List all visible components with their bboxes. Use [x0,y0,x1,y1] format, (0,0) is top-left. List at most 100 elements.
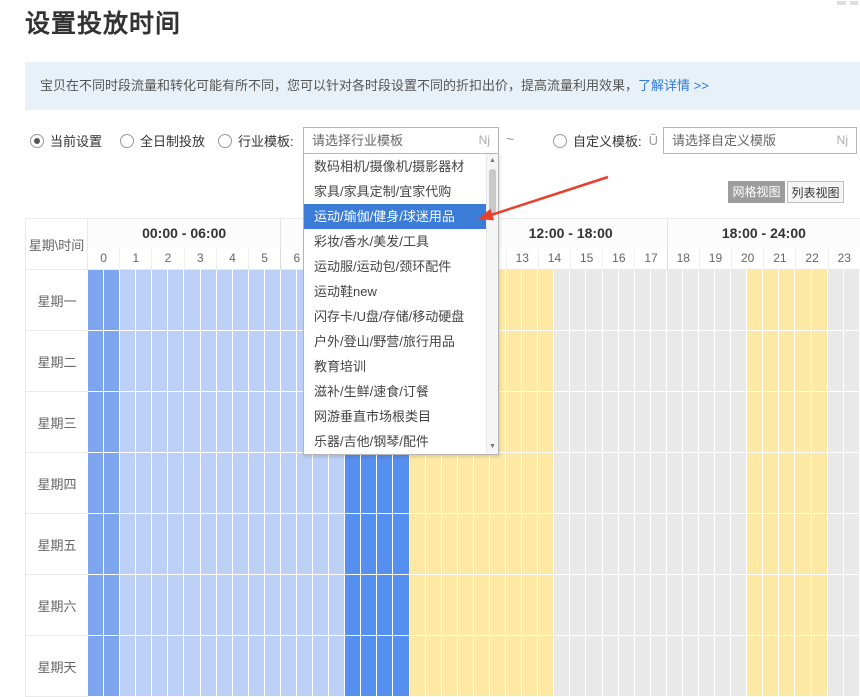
time-slot-cell[interactable] [763,636,779,697]
time-slot-cell[interactable] [120,270,136,331]
time-slot-cell[interactable] [120,453,136,514]
time-slot-cell[interactable] [603,636,619,697]
time-slot-cell[interactable] [329,453,345,514]
time-slot-cell[interactable] [217,636,233,697]
time-slot-cell[interactable] [474,575,490,636]
time-slot-cell[interactable] [297,453,313,514]
time-slot-cell[interactable] [635,514,651,575]
time-slot-cell[interactable] [474,514,490,575]
time-slot-cell[interactable] [442,514,458,575]
time-slot-cell[interactable] [715,636,731,697]
time-slot-cell[interactable] [281,270,297,331]
time-slot-cell[interactable] [345,514,361,575]
time-slot-cell[interactable] [586,331,602,392]
time-slot-cell[interactable] [152,331,168,392]
time-slot-cell[interactable] [683,514,699,575]
time-slot-cell[interactable] [168,270,184,331]
time-slot-cell[interactable] [763,453,779,514]
time-slot-cell[interactable] [699,392,715,453]
time-slot-cell[interactable] [233,514,249,575]
time-slot-cell[interactable] [136,331,152,392]
scrollbar-thumb[interactable] [489,169,496,214]
time-slot-cell[interactable] [715,453,731,514]
time-slot-cell[interactable] [281,392,297,453]
time-slot-cell[interactable] [120,392,136,453]
time-slot-cell[interactable] [249,575,265,636]
time-slot-cell[interactable] [731,392,747,453]
time-slot-cell[interactable] [377,575,393,636]
time-slot-cell[interactable] [635,636,651,697]
time-slot-cell[interactable] [104,392,120,453]
time-slot-cell[interactable] [570,392,586,453]
time-slot-cell[interactable] [249,453,265,514]
time-slot-cell[interactable] [619,514,635,575]
time-slot-cell[interactable] [603,392,619,453]
time-slot-cell[interactable] [651,636,667,697]
time-slot-cell[interactable] [554,453,570,514]
time-slot-cell[interactable] [281,453,297,514]
radio-icon[interactable] [218,134,232,148]
radio-icon[interactable] [553,134,567,148]
time-slot-cell[interactable] [731,270,747,331]
time-slot-cell[interactable] [667,331,683,392]
time-slot-cell[interactable] [281,331,297,392]
time-slot-cell[interactable] [426,575,442,636]
time-slot-cell[interactable] [506,453,522,514]
time-slot-cell[interactable] [249,514,265,575]
time-slot-cell[interactable] [603,514,619,575]
time-slot-cell[interactable] [570,270,586,331]
time-slot-cell[interactable] [844,331,860,392]
time-slot-cell[interactable] [249,392,265,453]
time-slot-cell[interactable] [201,575,217,636]
time-slot-cell[interactable] [410,575,426,636]
time-slot-cell[interactable] [586,575,602,636]
time-slot-cell[interactable] [233,453,249,514]
time-slot-cell[interactable] [120,331,136,392]
time-slot-cell[interactable] [361,514,377,575]
time-slot-cell[interactable] [361,575,377,636]
time-slot-cell[interactable] [828,270,844,331]
time-slot-cell[interactable] [152,453,168,514]
time-slot-cell[interactable] [104,636,120,697]
time-slot-cell[interactable] [715,514,731,575]
time-slot-cell[interactable] [522,636,538,697]
time-slot-cell[interactable] [795,331,811,392]
time-slot-cell[interactable] [570,331,586,392]
time-slot-cell[interactable] [249,331,265,392]
time-slot-cell[interactable] [361,453,377,514]
time-slot-cell[interactable] [522,392,538,453]
time-slot-cell[interactable] [410,636,426,697]
grid-view-button[interactable]: 网格视图 [728,181,785,203]
time-slot-cell[interactable] [828,575,844,636]
scrollbar-track[interactable]: ▲ ▼ [486,154,498,454]
time-slot-cell[interactable] [554,636,570,697]
time-slot-cell[interactable] [619,331,635,392]
industry-template-option[interactable]: 运动鞋new [304,279,498,304]
time-slot-cell[interactable] [683,331,699,392]
time-slot-cell[interactable] [828,331,844,392]
time-slot-cell[interactable] [731,514,747,575]
time-slot-cell[interactable] [619,392,635,453]
time-slot-cell[interactable] [313,636,329,697]
time-slot-cell[interactable] [136,575,152,636]
time-slot-cell[interactable] [522,453,538,514]
time-slot-cell[interactable] [458,514,474,575]
time-slot-cell[interactable] [619,636,635,697]
time-slot-cell[interactable] [844,636,860,697]
time-slot-cell[interactable] [345,575,361,636]
scroll-down-icon[interactable]: ▼ [487,441,498,453]
time-slot-cell[interactable] [779,575,795,636]
time-slot-cell[interactable] [586,514,602,575]
time-slot-cell[interactable] [184,636,200,697]
time-slot-cell[interactable] [538,392,554,453]
time-slot-cell[interactable] [812,636,828,697]
time-slot-cell[interactable] [152,575,168,636]
time-slot-cell[interactable] [152,636,168,697]
time-slot-cell[interactable] [619,453,635,514]
time-slot-cell[interactable] [538,331,554,392]
industry-template-option[interactable]: 运动服/运动包/颈环配件 [304,254,498,279]
time-slot-cell[interactable] [651,575,667,636]
time-slot-cell[interactable] [844,575,860,636]
time-slot-cell[interactable] [683,636,699,697]
time-slot-cell[interactable] [297,636,313,697]
